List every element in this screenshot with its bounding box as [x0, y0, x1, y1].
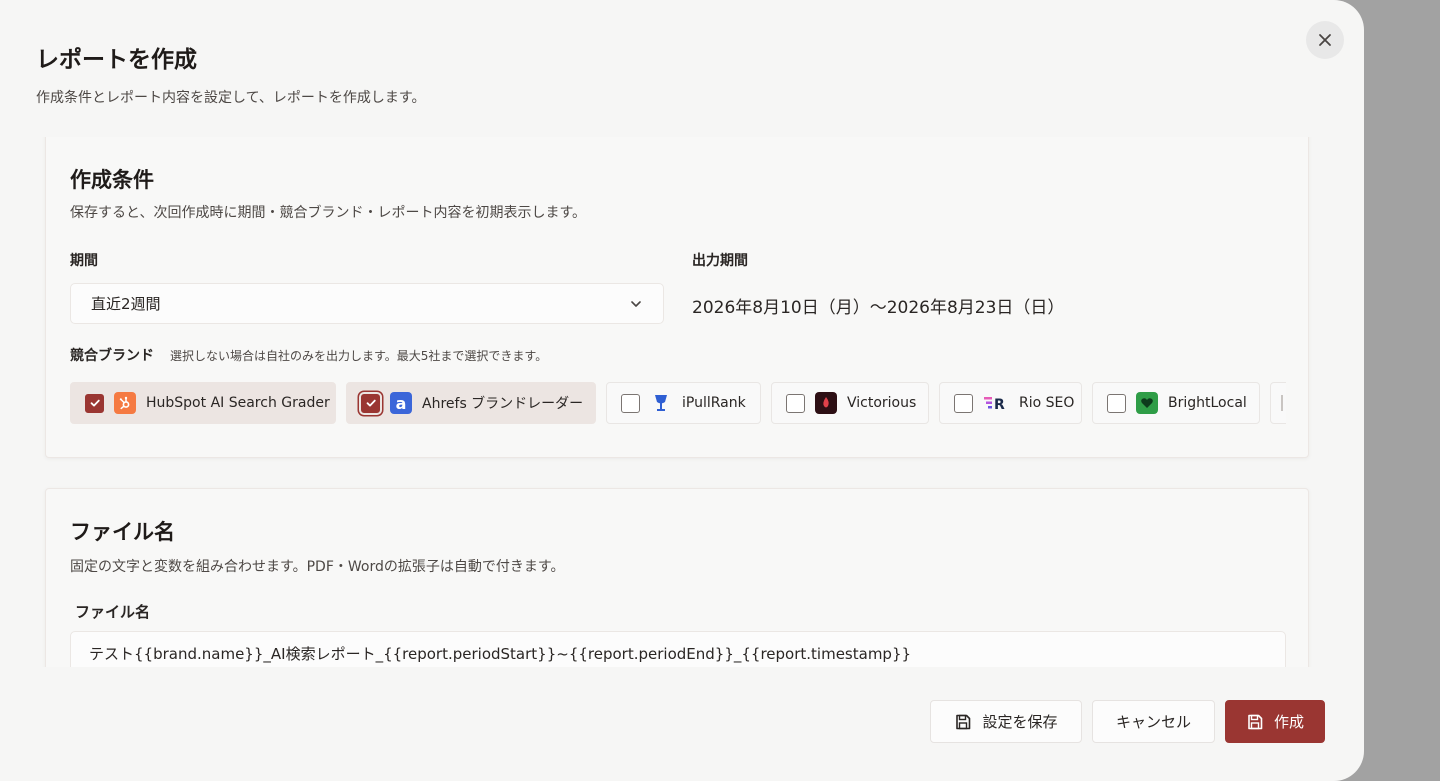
competitor-chip-more[interactable]	[1270, 382, 1286, 424]
ipullrank-logo-icon	[650, 392, 672, 414]
chip-label: BrightLocal	[1168, 395, 1247, 411]
checkbox-unchecked[interactable]	[621, 393, 640, 413]
checkbox-unchecked[interactable]	[786, 393, 805, 413]
hubspot-logo-icon	[114, 392, 136, 414]
competitor-chip-rio-seo[interactable]: R Rio SEO	[939, 382, 1082, 424]
filename-input[interactable]	[70, 631, 1286, 667]
filename-field-label: ファイル名	[75, 603, 151, 621]
competitors-label: 競合ブランド	[70, 348, 154, 364]
chip-label: Rio SEO	[1019, 395, 1075, 411]
chip-label: iPullRank	[682, 395, 746, 411]
chevron-down-icon	[631, 300, 641, 307]
create-button[interactable]: 作成	[1225, 700, 1325, 743]
svg-text:R: R	[994, 397, 1005, 411]
save-settings-button[interactable]: 設定を保存	[930, 700, 1082, 743]
competitors-header: 競合ブランド 選択しない場合は自社のみを出力します。最大5社まで選択できます。	[70, 345, 547, 365]
checkbox-unchecked[interactable]	[954, 393, 973, 413]
chip-label: Ahrefs ブランドレーダー	[422, 396, 584, 412]
cancel-button[interactable]: キャンセル	[1092, 700, 1215, 743]
checkbox-checked[interactable]	[361, 393, 380, 413]
output-period-value: 2026年8月10日（月）〜2026年8月23日（日）	[692, 298, 1065, 318]
filename-subtitle: 固定の文字と変数を組み合わせます。PDF・Wordの拡張子は自動で付きます。	[70, 559, 565, 575]
close-icon	[1319, 34, 1331, 46]
filename-title: ファイル名	[70, 520, 175, 544]
competitor-chip-ipullrank[interactable]: iPullRank	[606, 382, 761, 424]
competitor-chip-brightlocal[interactable]: BrightLocal	[1092, 382, 1260, 424]
close-button[interactable]	[1306, 21, 1344, 59]
competitors-hint: 選択しない場合は自社のみを出力します。最大5社まで選択できます。	[170, 349, 548, 363]
conditions-title: 作成条件	[70, 168, 154, 192]
report-dialog: レポートを作成 作成条件とレポート内容を設定して、レポートを作成します。 作成条…	[0, 0, 1364, 781]
victorious-logo-icon	[815, 392, 837, 414]
checkbox-unchecked[interactable]	[1107, 393, 1126, 413]
competitor-chip-ahrefs[interactable]: a Ahrefs ブランドレーダー	[346, 382, 596, 424]
dialog-title: レポートを作成	[36, 47, 197, 73]
brightlocal-logo-icon	[1136, 392, 1158, 414]
chip-overflow-edge	[1281, 395, 1283, 411]
period-select[interactable]: 直近2週間	[70, 283, 664, 324]
trophy-icon	[655, 395, 667, 411]
filename-card: ファイル名 固定の文字と変数を組み合わせます。PDF・Wordの拡張子は自動で付…	[45, 488, 1309, 667]
sprocket-icon	[119, 396, 130, 410]
conditions-subtitle: 保存すると、次回作成時に期間・競合ブランド・レポート内容を初期表示します。	[70, 205, 587, 221]
create-label: 作成	[1273, 713, 1304, 731]
heart-icon	[1141, 398, 1153, 408]
flame-icon	[823, 397, 829, 408]
rio-mark-icon: R	[984, 397, 1005, 411]
competitor-chip-list: HubSpot AI Search Grader a Ahrefs ブランドレー…	[70, 382, 1286, 426]
dialog-description: 作成条件とレポート内容を設定して、レポートを作成します。	[36, 90, 426, 106]
checkbox-checked[interactable]	[85, 393, 104, 413]
chip-label: Victorious	[847, 395, 917, 411]
ahrefs-logo-icon: a	[390, 392, 412, 414]
output-period-label: 出力期間	[692, 253, 748, 269]
check-icon	[366, 399, 376, 407]
dialog-body[interactable]: 作成条件 保存すると、次回作成時に期間・競合ブランド・レポート内容を初期表示しま…	[0, 137, 1364, 667]
period-label: 期間	[70, 253, 98, 269]
competitor-chip-hubspot[interactable]: HubSpot AI Search Grader	[70, 382, 336, 424]
conditions-card: 作成条件 保存すると、次回作成時に期間・競合ブランド・レポート内容を初期表示しま…	[45, 137, 1309, 458]
cancel-label: キャンセル	[1115, 713, 1191, 731]
period-select-value: 直近2週間	[91, 295, 161, 313]
save-settings-label: 設定を保存	[982, 713, 1058, 731]
check-icon	[90, 399, 100, 407]
rio-seo-logo-icon: R	[983, 392, 1009, 414]
chip-label: HubSpot AI Search Grader	[146, 395, 330, 411]
save-icon	[956, 714, 971, 729]
competitor-chip-victorious[interactable]: Victorious	[771, 382, 929, 424]
save-icon	[1248, 714, 1263, 729]
